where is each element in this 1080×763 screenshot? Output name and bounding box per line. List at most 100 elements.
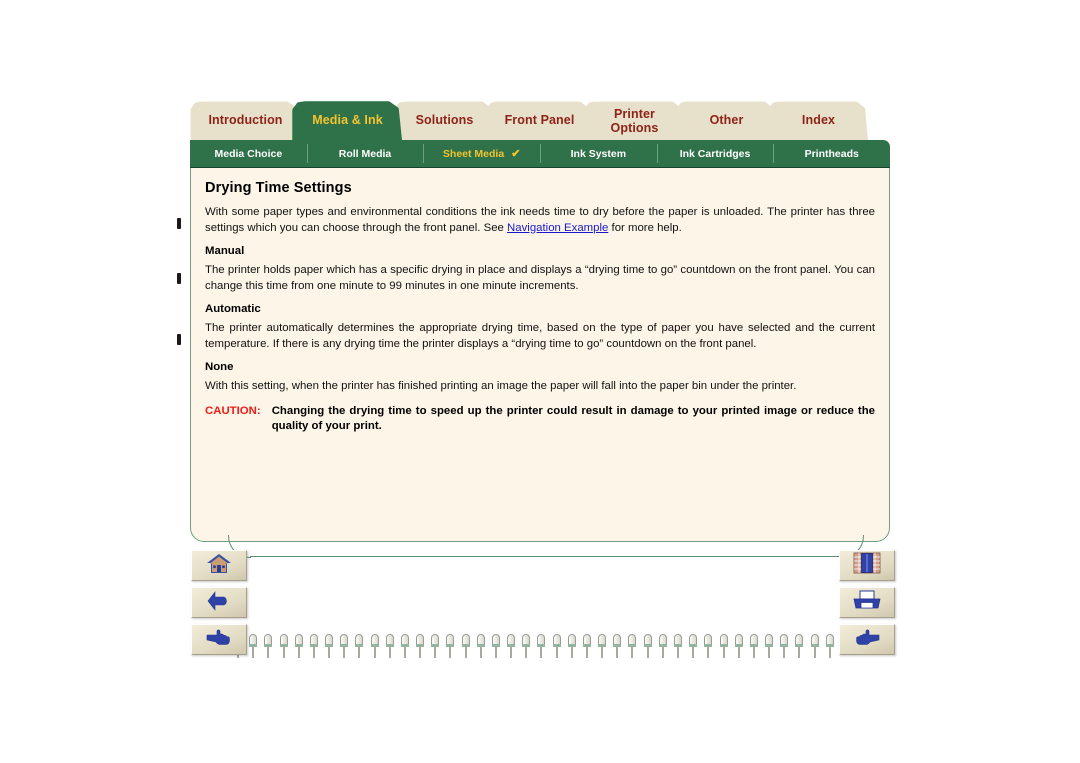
spiral-ring bbox=[734, 634, 743, 658]
section-body-manual: The printer holds paper which has a spec… bbox=[205, 264, 875, 292]
back-arrow-icon bbox=[205, 590, 233, 616]
previous-page-button[interactable] bbox=[839, 624, 895, 655]
change-bar bbox=[177, 218, 181, 229]
navigation-example-link[interactable]: Navigation Example bbox=[507, 222, 608, 234]
spiral-ring bbox=[370, 634, 379, 658]
subtab-label: Ink System bbox=[570, 147, 627, 160]
tab-front-panel[interactable]: Front Panel bbox=[486, 101, 592, 140]
spiral-ring bbox=[704, 634, 713, 658]
tab-label: Introduction bbox=[208, 113, 283, 128]
tab-label: Solutions bbox=[415, 113, 474, 128]
caution-text: Changing the drying time to speed up the… bbox=[271, 404, 875, 432]
check-icon: ✔ bbox=[511, 148, 521, 160]
section-heading-automatic: Automatic bbox=[205, 303, 261, 315]
spiral-ring bbox=[309, 634, 318, 658]
spiral-ring bbox=[582, 634, 591, 658]
page-title: Drying Time Settings bbox=[205, 180, 352, 196]
content-card: Drying Time Settings With some paper typ… bbox=[190, 167, 890, 542]
spiral-binding bbox=[234, 634, 834, 660]
spiral-ring bbox=[431, 634, 440, 658]
spiral-ring bbox=[780, 634, 789, 658]
intro-text-after: for more help. bbox=[608, 221, 682, 234]
tab-label: Index bbox=[801, 113, 836, 128]
subtab-label: Printheads bbox=[804, 147, 859, 160]
subtab-label: Sheet Media bbox=[442, 147, 505, 160]
caution-label: CAUTION: bbox=[205, 404, 261, 417]
tab-solutions[interactable]: Solutions bbox=[394, 101, 494, 140]
caution-note: CAUTION: Changing the drying time to spe… bbox=[205, 404, 875, 435]
spiral-ring bbox=[491, 634, 500, 658]
spiral-ring bbox=[385, 634, 394, 658]
spiral-ring bbox=[598, 634, 607, 658]
hand-forward-icon bbox=[205, 628, 233, 651]
section-body-none: With this setting, when the printer has … bbox=[205, 380, 797, 392]
subtab-ink-system[interactable]: Ink System bbox=[540, 140, 657, 167]
tab-index[interactable]: Index bbox=[768, 101, 868, 140]
hand-backward-icon bbox=[853, 628, 881, 651]
subtab-label: Media Choice bbox=[214, 147, 283, 160]
spiral-ring bbox=[476, 634, 485, 658]
document-page: Introduction Media & Ink Solutions Front Pa… bbox=[0, 0, 1080, 763]
tab-label: Media & Ink bbox=[312, 113, 383, 128]
binding-edge bbox=[250, 556, 841, 557]
subtab-roll-media[interactable]: Roll Media bbox=[306, 140, 424, 167]
contents-button[interactable] bbox=[839, 550, 895, 581]
next-page-button[interactable] bbox=[191, 624, 247, 655]
tab-printer-options[interactable]: Printer Options bbox=[584, 101, 684, 140]
spiral-ring bbox=[522, 634, 531, 658]
sub-tab-bar: Media Choice Roll Media Sheet Media ✔ Ink Sy… bbox=[190, 140, 890, 167]
subtab-sheet-media[interactable]: Sheet Media ✔ bbox=[423, 140, 540, 167]
tab-introduction[interactable]: Introduction bbox=[190, 101, 300, 140]
bookshelf-icon bbox=[853, 552, 881, 579]
spiral-ring bbox=[628, 634, 637, 658]
spiral-ring bbox=[264, 634, 273, 658]
spiral-ring bbox=[643, 634, 652, 658]
section-body-automatic: The printer automatically determines the… bbox=[205, 322, 875, 350]
intro-paragraph: With some paper types and environmental … bbox=[205, 205, 875, 236]
spiral-ring bbox=[446, 634, 455, 658]
subtab-printheads[interactable]: Printheads bbox=[773, 140, 890, 167]
spiral-ring bbox=[294, 634, 303, 658]
home-button[interactable] bbox=[191, 550, 247, 581]
tab-media-ink[interactable]: Media & Ink bbox=[292, 101, 402, 140]
tab-other[interactable]: Other bbox=[676, 101, 776, 140]
spiral-ring bbox=[719, 634, 728, 658]
tab-label: Other bbox=[709, 113, 744, 128]
spiral-ring bbox=[461, 634, 470, 658]
tab-label: Printer Options bbox=[610, 107, 659, 135]
spiral-ring bbox=[795, 634, 804, 658]
spiral-ring bbox=[673, 634, 682, 658]
printer-icon bbox=[852, 590, 882, 616]
change-bar bbox=[177, 273, 181, 284]
spiral-ring bbox=[810, 634, 819, 658]
spiral-ring bbox=[340, 634, 349, 658]
section-heading-manual: Manual bbox=[205, 245, 245, 257]
spiral-ring bbox=[658, 634, 667, 658]
spiral-ring bbox=[552, 634, 561, 658]
tab-label: Front Panel bbox=[504, 113, 575, 128]
change-bar bbox=[177, 334, 181, 345]
back-button[interactable] bbox=[191, 587, 247, 618]
subtab-label: Ink Cartridges bbox=[679, 147, 751, 160]
subtab-label: Roll Media bbox=[338, 147, 392, 160]
spiral-ring bbox=[249, 634, 258, 658]
spiral-ring bbox=[507, 634, 516, 658]
spiral-ring bbox=[416, 634, 425, 658]
subtab-ink-cartridges[interactable]: Ink Cartridges bbox=[656, 140, 774, 167]
print-button[interactable] bbox=[839, 587, 895, 618]
spiral-ring bbox=[279, 634, 288, 658]
home-icon bbox=[206, 553, 232, 579]
spiral-ring bbox=[537, 634, 546, 658]
spiral-ring bbox=[325, 634, 334, 658]
spiral-ring bbox=[689, 634, 698, 658]
spiral-ring bbox=[567, 634, 576, 658]
spiral-ring bbox=[749, 634, 758, 658]
spiral-ring bbox=[613, 634, 622, 658]
section-heading-none: None bbox=[205, 361, 234, 373]
spiral-ring bbox=[400, 634, 409, 658]
spiral-ring bbox=[355, 634, 364, 658]
main-tab-bar: Introduction Media & Ink Solutions Front Pa… bbox=[190, 101, 890, 140]
subtab-media-choice[interactable]: Media Choice bbox=[190, 140, 307, 167]
spiral-ring bbox=[765, 634, 774, 658]
spiral-ring bbox=[825, 634, 834, 658]
